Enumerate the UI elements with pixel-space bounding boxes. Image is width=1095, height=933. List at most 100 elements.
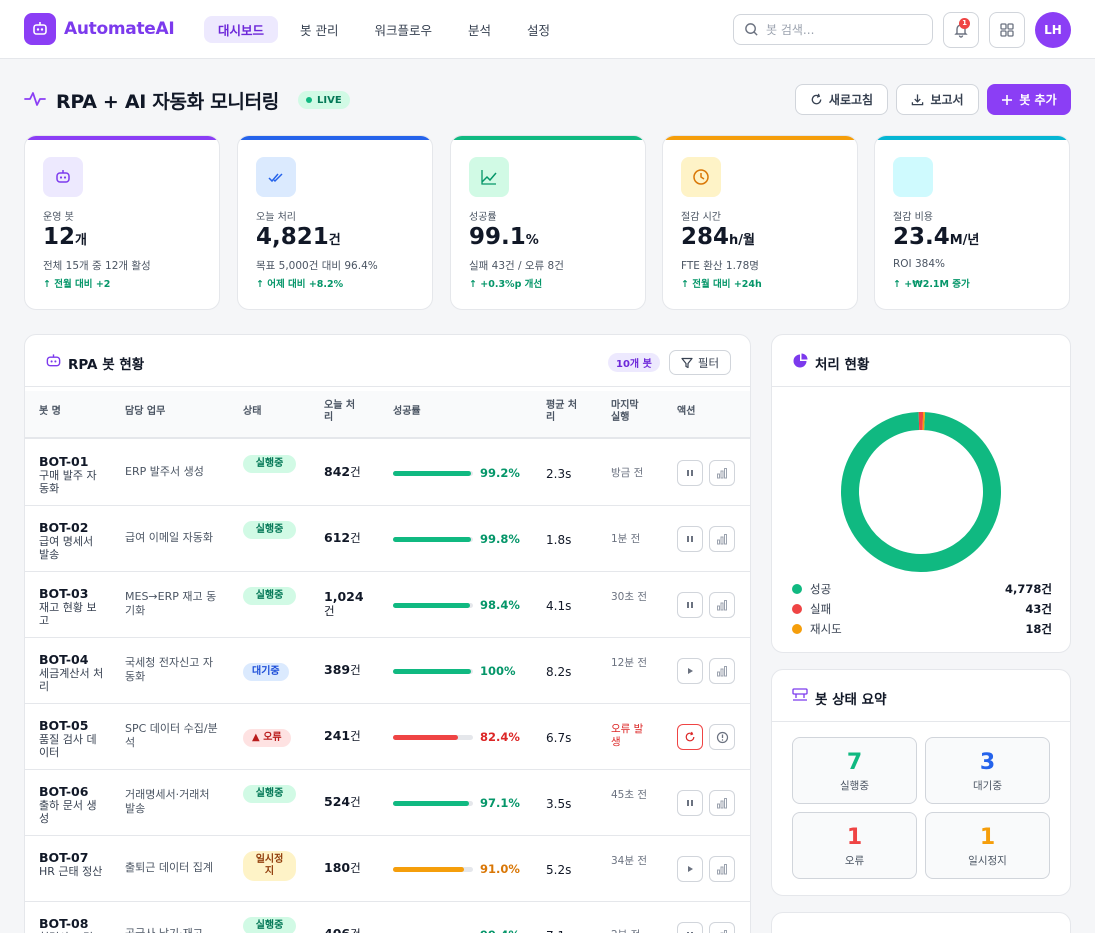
table-row[interactable]: BOT-03 재고 현황 보고 MES→ERP 재고 동기화 실행중 1,024건 98.…	[25, 572, 750, 638]
success-rate-value: 100%	[480, 664, 516, 678]
stat-card-bots[interactable]: 운영 봇 12개 전체 15개 중 12개 활성 ↑ 전월 대비 +2	[24, 135, 220, 310]
retry-button[interactable]	[677, 724, 703, 750]
play-button[interactable]	[677, 658, 703, 684]
success-rate-bar	[393, 867, 473, 872]
status-summary-header: 봇 상태 요약	[772, 670, 1070, 722]
stat-card-saved-time[interactable]: 절감 시간 284h/월 FTE 환산 1.78명 ↑ 전월 대비 +24h	[662, 135, 858, 310]
stat-label: 운영 봇	[43, 212, 74, 223]
bot-name-cell: BOT-06 출하 문서 생성	[39, 784, 105, 825]
pause-button[interactable]	[677, 922, 703, 933]
avg-time: 2.3s	[546, 467, 572, 481]
stats-button[interactable]	[709, 856, 735, 882]
apps-grid-button[interactable]	[989, 12, 1025, 48]
success-rate-value: 99.2%	[480, 466, 520, 480]
bar-chart-icon	[717, 468, 727, 479]
stat-accent-bar	[451, 136, 645, 140]
stat-sub: 전체 15개 중 12개 활성	[43, 260, 151, 272]
pause-button[interactable]	[677, 592, 703, 618]
table-row[interactable]: BOT-07 HR 근태 정산 출퇴근 데이터 집계 일시정지 180건 91.0% 5.2…	[25, 836, 750, 902]
logo-robot-icon[interactable]	[24, 13, 56, 45]
today-count: 612건	[324, 530, 361, 546]
pause-icon	[687, 602, 693, 608]
app-name[interactable]: AutomateAI	[64, 19, 175, 39]
filter-icon	[681, 357, 693, 368]
last-run: 30초 전	[611, 591, 648, 603]
column-header[interactable]: 담당 업무	[125, 406, 165, 418]
pause-button[interactable]	[677, 790, 703, 816]
summary-count: 7	[846, 750, 863, 775]
column-header[interactable]: 평균 처리	[546, 400, 582, 424]
stat-card-saved-cost[interactable]: 절감 비용 23.4M/년 ROI 384% ↑ +₩2.1M 증가	[874, 135, 1070, 310]
download-icon	[912, 94, 924, 106]
donut-slice-0[interactable]	[841, 412, 1001, 572]
bots-panel: RPA 봇 현황 10개 봇 필터 봇 명 담당 업무 상태 오늘 처리 성공률…	[24, 334, 751, 933]
details-button[interactable]	[709, 724, 735, 750]
column-header[interactable]: 오늘 처리	[324, 400, 360, 424]
nav-item-analytics[interactable]: 분석	[454, 16, 505, 43]
table-row[interactable]: BOT-01 구매 발주 자동화 ERP 발주서 생성 실행중 842건 99.2% 2.3…	[25, 440, 750, 506]
refresh-button[interactable]: 새로고침	[795, 84, 888, 115]
stat-card-success-rate[interactable]: 성공률 99.1% 실패 43건 / 오류 8건 ↑ +0.3%p 개선	[450, 135, 646, 310]
bot-name-cell: BOT-02 급여 명세서 발송	[39, 520, 105, 561]
bar-chart-icon	[717, 666, 727, 677]
column-header[interactable]: 상태	[243, 406, 261, 418]
legend-value: 18건	[1025, 622, 1052, 636]
bot-name-cell: BOT-05 품질 검사 데이터	[39, 718, 105, 759]
success-rate-bar	[393, 603, 473, 608]
stats-button[interactable]	[709, 526, 735, 552]
notification-button[interactable]: 1	[943, 12, 979, 48]
table-row[interactable]: BOT-02 급여 명세서 발송 급여 이메일 자동화 실행중 612건 99.8% 1.8…	[25, 506, 750, 572]
table-row[interactable]: BOT-05 품질 검사 데이터 SPC 데이터 수집/분석 ▲ 오류 241건 82.4…	[25, 704, 750, 770]
nav-item-workflow[interactable]: 워크플로우	[361, 16, 447, 43]
report-label: 보고서	[930, 93, 964, 107]
summary-running[interactable]: 7 실행중	[792, 737, 917, 804]
stats-button[interactable]	[709, 658, 735, 684]
success-rate-bar	[393, 471, 473, 476]
column-header[interactable]: 마지막 실행	[611, 400, 641, 424]
bot-name: 출하 문서 생성	[39, 799, 97, 825]
stats-button[interactable]	[709, 922, 735, 933]
refresh-label: 새로고침	[828, 93, 874, 107]
stats-button[interactable]	[709, 592, 735, 618]
pause-button[interactable]	[677, 460, 703, 486]
stat-card-processed[interactable]: 오늘 처리 4,821건 목표 5,000건 대비 96.4% ↑ 어제 대비 …	[237, 135, 433, 310]
stats-button[interactable]	[709, 790, 735, 816]
bot-id: BOT-03	[39, 586, 89, 601]
play-icon	[688, 668, 693, 674]
report-button[interactable]: 보고서	[896, 84, 979, 115]
avatar[interactable]: LH	[1035, 12, 1071, 48]
bot-id: BOT-07	[39, 850, 89, 865]
nav-item-dashboard[interactable]: 대시보드	[204, 16, 279, 43]
stat-accent-bar	[25, 136, 219, 140]
bot-id: BOT-01	[39, 454, 89, 469]
column-header[interactable]: 성공률	[393, 406, 421, 418]
bar-chart-icon	[717, 534, 727, 545]
table-row[interactable]: BOT-04 세금계산서 처리 국세청 전자신고 자동화 대기중 389건 100% 8.2…	[25, 638, 750, 704]
filter-button[interactable]: 필터	[669, 350, 731, 375]
bar-chart-icon	[717, 798, 727, 809]
top-bar: AutomateAI 대시보드 봇 관리 워크플로우 분석 설정 봇 검색...…	[0, 0, 1095, 59]
bar-chart-icon	[717, 864, 727, 875]
pause-icon	[687, 470, 693, 476]
summary-error[interactable]: 1 오류	[792, 812, 917, 879]
summary-paused[interactable]: 1 일시정지	[925, 812, 1050, 879]
column-header[interactable]: 액션	[677, 406, 695, 418]
table-row[interactable]: BOT-08협력사 포털공급사 납기·재고 실행중 406건 99.4% 7.1s 2분 …	[25, 902, 750, 933]
pause-button[interactable]	[677, 526, 703, 552]
summary-label: 오류	[844, 855, 865, 867]
pause-icon	[687, 800, 693, 806]
add-bot-button[interactable]: 봇 추가	[987, 84, 1071, 115]
search-placeholder: 봇 검색...	[766, 23, 815, 37]
column-header[interactable]: 봇 명	[39, 406, 61, 418]
bar-chart-icon	[717, 600, 727, 611]
play-button[interactable]	[677, 856, 703, 882]
table-row[interactable]: BOT-06 출하 문서 생성 거래명세서·거래처 발송 실행중 524건 97.1% 3.…	[25, 770, 750, 836]
search-input[interactable]: 봇 검색...	[733, 14, 933, 45]
summary-count: 1	[979, 825, 996, 850]
nav-item-bots[interactable]: 봇 관리	[286, 16, 352, 43]
processing-donut-chart	[841, 412, 1001, 572]
stats-button[interactable]	[709, 460, 735, 486]
nav-item-settings[interactable]: 설정	[513, 16, 564, 43]
summary-waiting[interactable]: 3 대기중	[925, 737, 1050, 804]
bot-task: 공급사 납기·재고	[125, 927, 221, 933]
